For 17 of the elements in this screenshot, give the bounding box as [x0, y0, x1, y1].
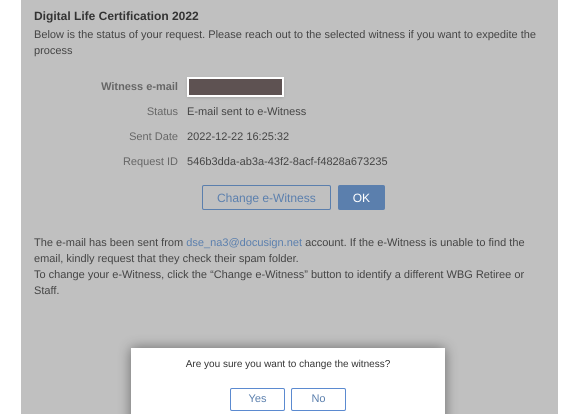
email-link[interactable]: dse_na3@docusign.net: [186, 237, 302, 249]
intro-text: Below is the status of your request. Please reach out to the selected witness if you want to expedite the process: [34, 28, 538, 59]
field-value: E-mail sent to e-Witness: [187, 104, 306, 120]
page-title: Digital Life Certification 2022: [34, 8, 200, 24]
no-button[interactable]: No: [291, 388, 346, 411]
witness-email-field[interactable]: [187, 77, 284, 97]
dialog-message: Are you sure you want to change the witness?: [186, 358, 390, 372]
field-label: Status: [146, 104, 179, 120]
note-paragraph: The e-mail has been sent from dse_na3@docusign.net account. If the e-Witness is unable to find the email, kindly request that they check their spam folder. To change your e-Witness, click the “Change e-Witness” button to identify a different WBG Retiree or Staff.: [34, 236, 526, 299]
yes-button[interactable]: Yes: [230, 388, 285, 411]
field-value: 546b3dda-ab3a-43f2-8acf-f4828a673235: [187, 154, 388, 170]
field-label: Witness e-mail: [100, 80, 179, 95]
change-witness-button[interactable]: Change e-Witness: [202, 185, 331, 210]
ok-button[interactable]: OK: [338, 185, 386, 210]
field-label: Sent Date: [128, 130, 179, 145]
field-label: Request ID: [122, 154, 179, 170]
field-value: 2022-12-22 16:25:32: [187, 130, 290, 145]
